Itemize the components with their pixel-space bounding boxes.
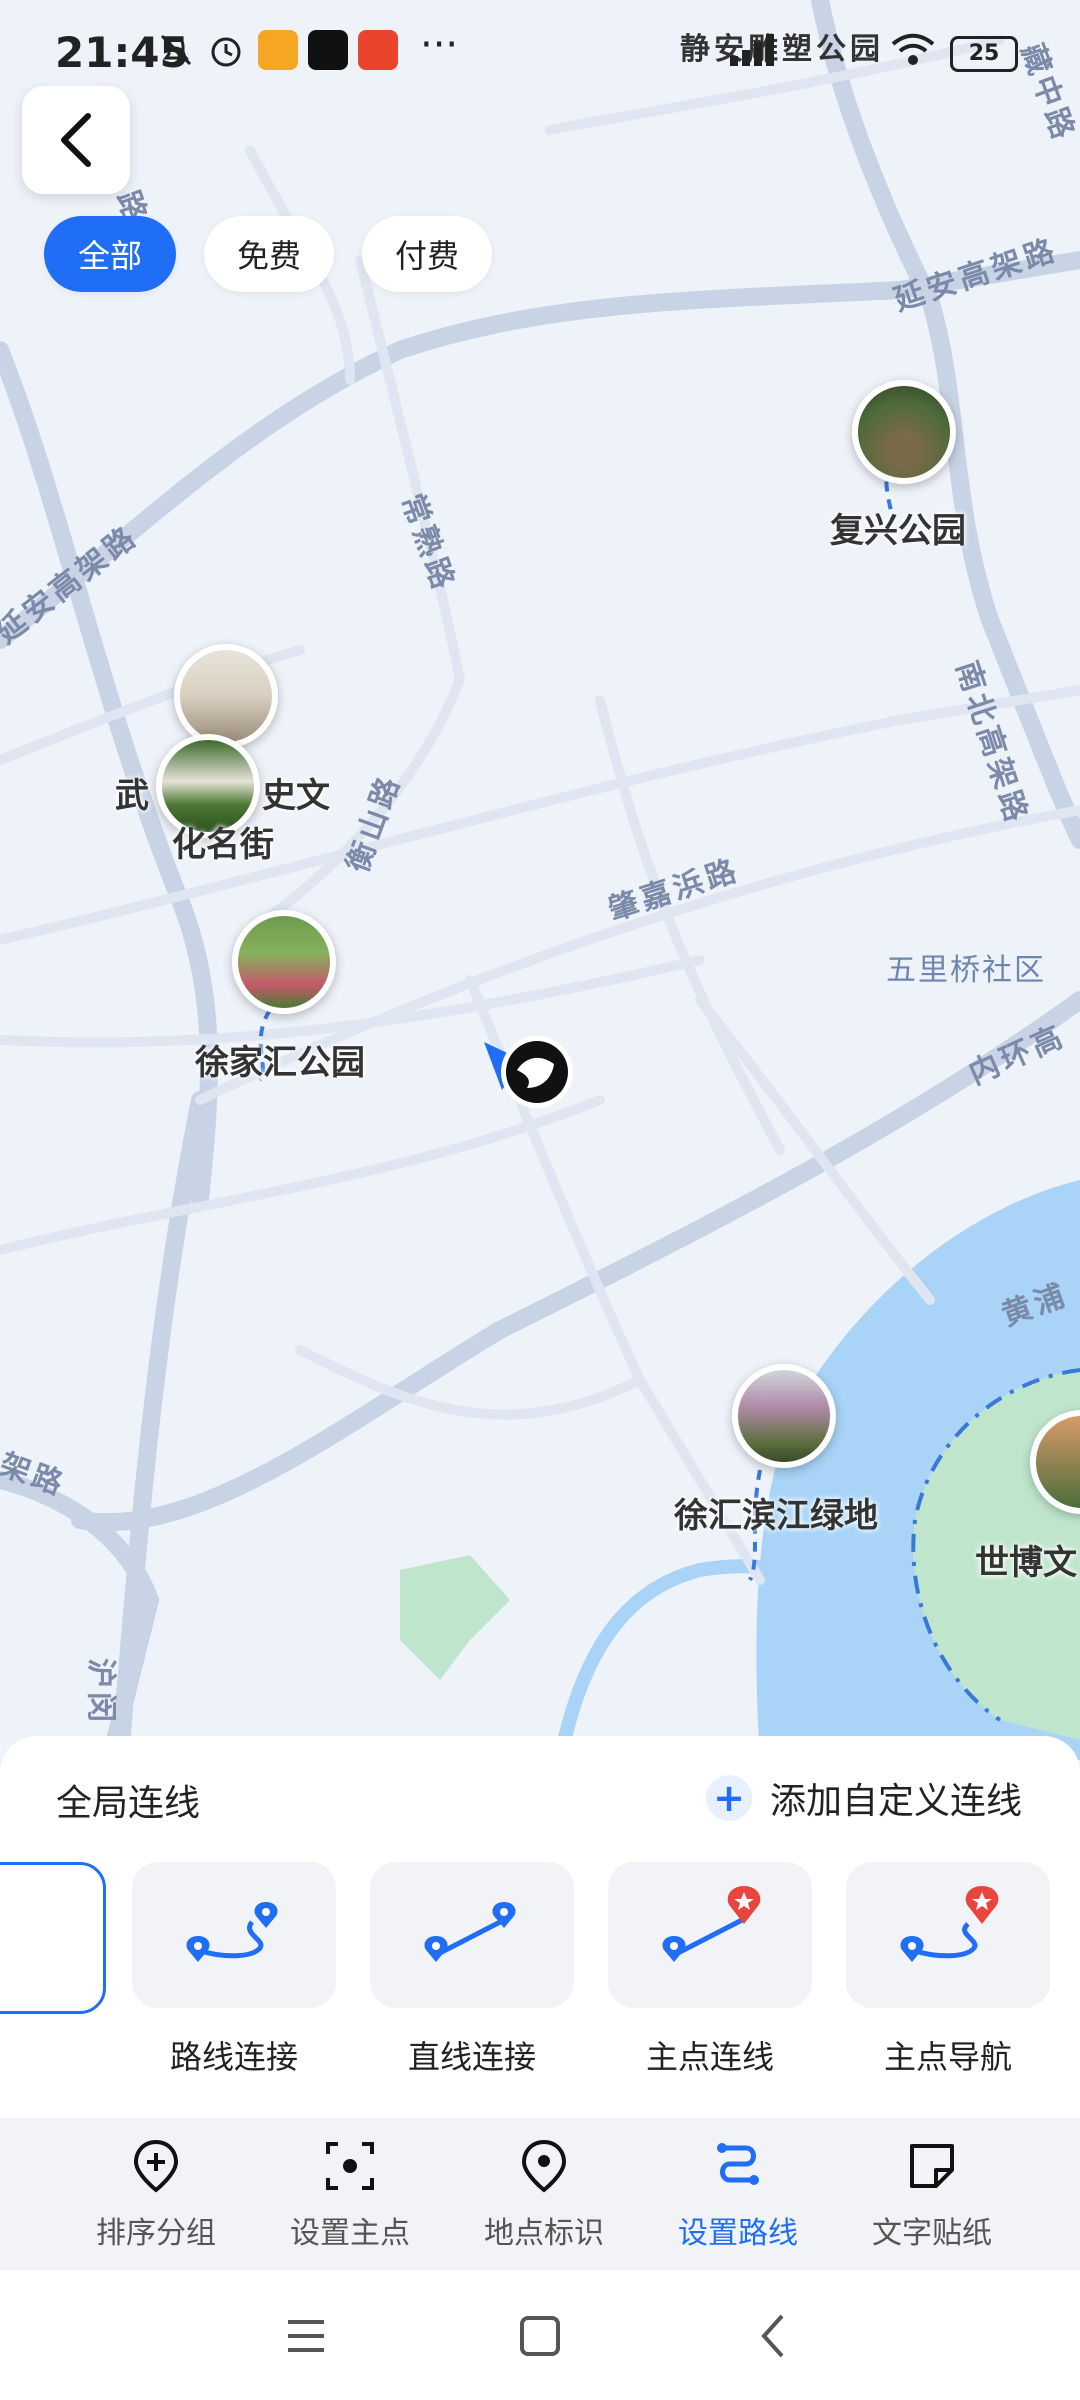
option-straight-connect[interactable]: 直线连接 xyxy=(370,1862,574,2078)
tab-text-sticker[interactable]: 文字贴纸 xyxy=(842,2138,1022,2252)
poi-label-wukang-1b[interactable]: 史文 xyxy=(262,768,330,817)
route-icon xyxy=(717,2143,759,2185)
poi-marker-wukang-plaque[interactable] xyxy=(174,644,278,748)
tab-sort-group[interactable]: 排序分组 xyxy=(66,2138,246,2252)
system-nav-bar xyxy=(0,2270,1080,2400)
home-icon[interactable] xyxy=(510,2306,570,2366)
poi-marker-binjiang[interactable] xyxy=(732,1364,836,1468)
bottom-tab-bar: 排序分组 设置主点 地点标识 设置路线 文字贴纸 xyxy=(0,2118,1080,2270)
road-label-hudong: 沪闵 xyxy=(83,1658,118,1726)
signal-icon xyxy=(730,34,774,66)
more-notifications-icon: ··· xyxy=(420,22,459,68)
tab-label: 排序分组 xyxy=(96,2216,216,2251)
straight-line-icon xyxy=(424,1902,516,1962)
battery-indicator: 25 xyxy=(950,36,1018,72)
filter-chip-all[interactable]: 全部 xyxy=(44,216,176,292)
tab-label: 设置路线 xyxy=(678,2216,798,2251)
option-label: 主点连线 xyxy=(645,2038,774,2076)
poi-marker-fuxing[interactable] xyxy=(852,380,956,484)
poi-photo xyxy=(738,1370,830,1462)
option-card-partial[interactable] xyxy=(0,1862,106,2014)
poi-photo xyxy=(180,650,272,742)
sticker-icon xyxy=(910,2144,954,2188)
filter-chip-paid[interactable]: 付费 xyxy=(362,216,492,292)
poi-marker-xujiahui[interactable] xyxy=(232,910,336,1014)
sheet-title: 全局连线 xyxy=(56,1783,201,1824)
tab-label: 设置主点 xyxy=(290,2216,410,2251)
focus-point-icon xyxy=(326,2142,374,2190)
plus-icon: + xyxy=(705,1775,752,1821)
connection-sheet: 全局连线 + 添加自定义连线 路线连接 直线连接 主点连线 主点导航 xyxy=(0,1736,1080,2118)
poi-label-shibo[interactable]: 世博文 xyxy=(975,1535,1077,1584)
menu-icon[interactable] xyxy=(276,2306,336,2366)
poi-label-wukang-2[interactable]: 化名街 xyxy=(172,817,274,866)
mute-bell-icon xyxy=(160,34,192,66)
wifi-icon xyxy=(891,33,935,65)
tab-set-main-point[interactable]: 设置主点 xyxy=(260,2138,440,2252)
poi-photo xyxy=(238,916,330,1008)
tab-location-marker[interactable]: 地点标识 xyxy=(454,2138,634,2252)
main-point-nav-icon xyxy=(900,1886,999,1962)
option-route-connect[interactable]: 路线连接 xyxy=(132,1862,336,2078)
option-main-point-line[interactable]: 主点连线 xyxy=(608,1862,812,2078)
tab-label: 地点标识 xyxy=(484,2216,604,2251)
poi-label-wukang-1[interactable]: 武 xyxy=(115,768,149,817)
route-curve-icon xyxy=(186,1902,278,1962)
district-label: 五里桥社区 xyxy=(886,953,1046,988)
poi-photo xyxy=(858,386,950,478)
option-label: 主点导航 xyxy=(883,2038,1012,2076)
option-main-point-nav[interactable]: 主点导航 xyxy=(846,1862,1050,2078)
app-wallet-icon xyxy=(258,30,298,70)
tab-label: 文字贴纸 xyxy=(872,2216,992,2251)
filter-chip-free[interactable]: 免费 xyxy=(204,216,334,292)
back-nav-icon[interactable] xyxy=(744,2306,804,2366)
poi-photo xyxy=(1036,1416,1080,1508)
alarm-icon xyxy=(211,37,241,67)
option-label: 路线连接 xyxy=(169,2038,298,2076)
location-pin-icon xyxy=(521,2139,567,2193)
option-label: 直线连接 xyxy=(407,2038,536,2076)
add-custom-connection-label: 添加自定义连线 xyxy=(769,1781,1022,1822)
back-button[interactable] xyxy=(22,86,130,194)
add-custom-connection-button[interactable]: + 添加自定义连线 xyxy=(705,1772,1022,1824)
app-taobao-icon xyxy=(358,30,398,70)
user-location-icon[interactable] xyxy=(482,1030,582,1130)
poi-label-binjiang[interactable]: 徐汇滨江绿地 xyxy=(674,1488,878,1537)
chevron-left-icon xyxy=(61,113,91,167)
poi-label-xujiahui[interactable]: 徐家汇公园 xyxy=(195,1035,365,1084)
tab-set-route[interactable]: 设置路线 xyxy=(648,2138,828,2252)
status-bar: 21:45 ··· 25 xyxy=(0,0,1080,100)
app-tiktok-icon xyxy=(308,30,348,70)
main-point-line-icon xyxy=(662,1886,761,1962)
plus-pin-icon xyxy=(133,2139,179,2193)
poi-label-fuxing[interactable]: 复兴公园 xyxy=(830,503,966,552)
